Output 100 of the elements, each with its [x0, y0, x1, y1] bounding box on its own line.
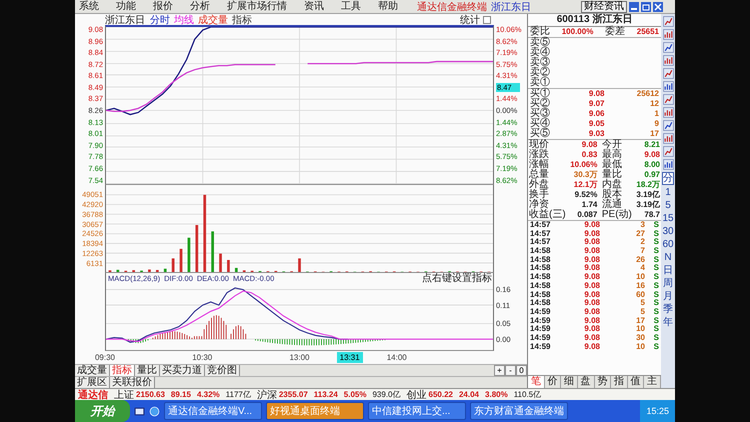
- tick-price: 9.08: [583, 256, 600, 264]
- quote-label: 最高: [602, 150, 623, 160]
- bid-volume: 1: [654, 109, 659, 119]
- time-axis-label: 13:00: [289, 352, 310, 364]
- quote-label: 涨幅: [529, 160, 550, 170]
- tick-price: 9.08: [583, 290, 600, 299]
- clock: 15:25: [640, 400, 675, 422]
- index-change: 24.04: [458, 390, 480, 399]
- tick-time: 14:57: [530, 238, 552, 247]
- trade-side-label: S: [652, 299, 659, 308]
- ask-label: 卖⑤: [530, 38, 551, 48]
- quote-value: 78.7: [643, 210, 660, 220]
- trade-side-label: S: [652, 273, 659, 282]
- tick-volume: 5: [640, 299, 645, 308]
- quote-value: 18.2万: [636, 180, 660, 190]
- tick-time: 14:59: [530, 316, 552, 325]
- index-name: 上证: [114, 388, 134, 402]
- trade-side-label: S: [652, 308, 659, 317]
- bid-price: 9.08: [588, 89, 604, 99]
- tick-volume: 60: [635, 290, 645, 300]
- time-axis-label: 09:30: [94, 352, 116, 364]
- trade-side-label: S: [652, 282, 659, 291]
- tick-volume: 30: [635, 334, 645, 343]
- quote-value: 10.06%: [570, 160, 598, 170]
- ask-label: 卖①: [530, 78, 551, 88]
- tick-price: 9.08: [583, 273, 600, 282]
- quote-label: 现价: [529, 140, 550, 150]
- index-value: 2355.07: [278, 390, 308, 399]
- ask-label: 卖③: [530, 58, 551, 68]
- index-value: 650.22: [428, 390, 453, 399]
- time-axis-label: 14:00: [386, 352, 407, 364]
- tick-time: 14:59: [530, 334, 552, 343]
- quote-value: 9.52%: [574, 190, 598, 200]
- quote-label: 委差: [605, 27, 626, 37]
- tick-price: 9.08: [583, 342, 600, 352]
- quote-label: 内盘: [602, 180, 623, 190]
- tick-price: 9.08: [583, 247, 600, 256]
- tick-volume: 2: [640, 238, 645, 248]
- quote-label: 最低: [602, 160, 623, 170]
- index-percent: 4.32%: [196, 390, 220, 399]
- quote-label: 量比: [602, 170, 623, 180]
- tick-time: 14:58: [530, 273, 552, 282]
- brand-label: 通达信: [78, 388, 108, 402]
- tick-time: 14:57: [530, 221, 552, 230]
- bid-volume: 17: [649, 129, 659, 139]
- bid-price: 9.05: [588, 119, 604, 129]
- tick-price: 9.08: [583, 264, 600, 273]
- tick-time: 14:58: [530, 264, 552, 273]
- index-value: 2150.63: [136, 390, 165, 399]
- quote-label: 股本: [602, 190, 623, 200]
- tick-price: 9.08: [583, 316, 600, 325]
- tick-volume: 27: [635, 230, 645, 238]
- tick-volume: 5: [640, 308, 645, 317]
- quote-value: 0.83: [580, 150, 598, 160]
- quote-label: 今开: [602, 140, 623, 150]
- trade-side-label: S: [652, 325, 659, 334]
- quote-value: 1.74: [580, 200, 598, 210]
- quote-value: 3.19亿: [636, 200, 660, 210]
- bid-label: 买④: [530, 119, 550, 129]
- trade-side-label: S: [652, 256, 659, 264]
- quote-label: 涨跌: [529, 150, 550, 160]
- index-name: 创业: [406, 388, 427, 402]
- tick-time: 14:59: [530, 342, 552, 352]
- quote-label: 总量: [529, 170, 550, 180]
- tick-time: 14:57: [530, 230, 552, 238]
- bid-volume: 9: [654, 119, 659, 129]
- time-axis-label: 10:30: [192, 352, 212, 364]
- tick-volume: 10: [635, 273, 645, 282]
- tick-time: 14:58: [530, 256, 552, 264]
- tick-time: 14:58: [530, 290, 552, 299]
- quote-value: 8.21: [643, 140, 660, 150]
- quote-label: 流通: [602, 200, 622, 210]
- index-change: 113.24: [314, 390, 338, 399]
- tick-volume: 3: [640, 221, 645, 230]
- trade-side-label: S: [652, 290, 659, 299]
- tick-price: 9.08: [583, 325, 600, 334]
- index-change: 89.15: [170, 390, 191, 399]
- tick-time: 14:58: [530, 282, 552, 291]
- tick-price: 9.08: [583, 238, 600, 247]
- index-percent: 5.05%: [344, 390, 366, 399]
- app-title: 通达信金融终端: [417, 0, 487, 14]
- tick-price: 9.08: [583, 230, 600, 238]
- stock-name: 浙江东日: [105, 14, 145, 26]
- trade-side-label: S: [652, 316, 659, 325]
- tick-volume: 17: [635, 316, 645, 325]
- index-amount: 1177亿: [226, 389, 251, 400]
- tick-volume: 10: [635, 342, 645, 352]
- trade-side-label: S: [652, 221, 659, 230]
- bid-volume: 12: [649, 99, 659, 109]
- bid-volume: 25612: [636, 89, 659, 99]
- bid-price: 9.07: [588, 99, 604, 109]
- time-cursor-label: 13:31: [336, 352, 363, 364]
- bid-price: 9.06: [588, 109, 604, 119]
- quote-label: 净资: [529, 200, 549, 210]
- tick-time: 14:59: [530, 308, 552, 317]
- quote-value: 3.19亿: [636, 190, 660, 200]
- tick-time: 14:58: [530, 247, 552, 256]
- quote-value: 25651: [636, 27, 659, 37]
- tick-volume: 7: [640, 247, 645, 256]
- trade-side-label: S: [652, 334, 659, 343]
